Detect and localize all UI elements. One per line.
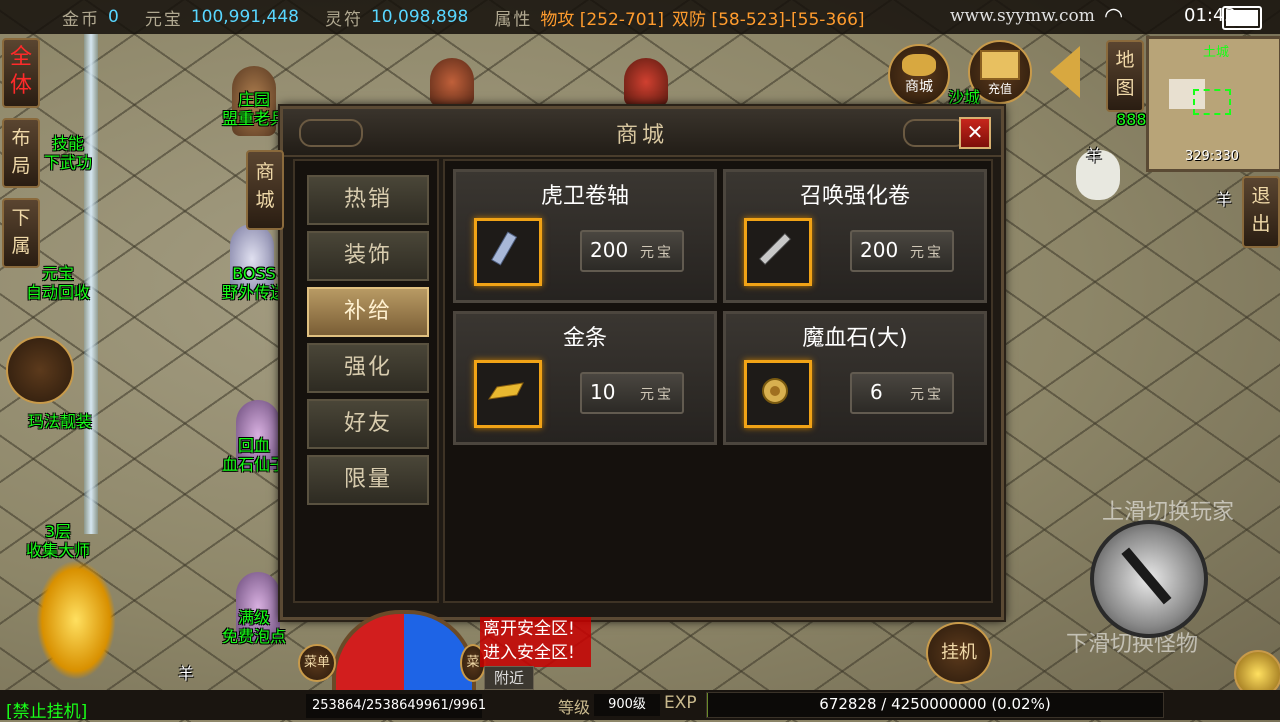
price-value: 200 [590,238,629,262]
buy-price-button[interactable]: 10 元宝 [580,372,684,414]
shop-icon [902,54,936,76]
skill-npc-label[interactable]: 技能 下武功 [38,134,98,172]
shop-header: 商城 ✕ [283,109,1001,157]
mafa-icon[interactable] [6,336,74,404]
buy-price-button[interactable]: 200 元宝 [850,230,954,272]
defense-stat: 双防 [58-523]-[55-366] [672,9,865,30]
sword-icon [1121,547,1172,605]
hangup-button[interactable]: 挂机 [926,622,992,684]
shop-window: 商城 ✕ 热销 装饰 补给 强化 好友 限量 虎卫卷轴 200 元宝 召唤强化卷 [280,106,1004,620]
shop-tab-list: 热销 装饰 补给 强化 好友 限量 [293,159,439,603]
price-currency: 元宝 [910,245,944,261]
tab-friends[interactable]: 好友 [307,399,429,449]
buy-price-button[interactable]: 6 元宝 [850,372,954,414]
blood-stone-icon [762,378,788,404]
tab-supply[interactable]: 补给 [307,287,429,337]
exit-button[interactable]: 退出 [1242,176,1280,248]
attack-stat: 物攻 [252-701] [540,9,665,30]
tab-enhance[interactable]: 强化 [307,343,429,393]
talisman-label: 灵符 [324,9,363,30]
sabak-label[interactable]: 沙城 [948,88,980,107]
price-value: 10 [590,380,616,404]
item-name: 金条 [562,326,607,351]
tab-limited[interactable]: 限量 [307,455,429,505]
collect-master-label[interactable]: 3层 收集大师 [18,522,98,560]
level-label: 等级 [558,698,591,717]
price-value: 200 [860,238,899,262]
swipe-up-hint: 上滑切换玩家 [1102,500,1235,525]
talisman-value: 10,098,898 [370,7,469,27]
npc-figure[interactable] [430,58,474,106]
item-slot[interactable] [474,360,542,428]
item-slot[interactable] [744,218,812,286]
layout-button[interactable]: 布局 [2,118,40,188]
sheep-label: 羊 [178,664,195,683]
close-button[interactable]: ✕ [959,117,991,149]
item-slot[interactable] [474,218,542,286]
sheep-label: 羊 [1086,146,1103,165]
price-value: 6 [870,380,883,404]
buy-price-button[interactable]: 200 元宝 [580,230,684,272]
tab-hot[interactable]: 热销 [307,175,429,225]
price-currency: 元宝 [910,387,944,403]
minimap[interactable]: 土城 329:330 [1146,36,1280,172]
nearby-chat-tab[interactable]: 附近 [484,666,534,690]
minimap-coordinates: 329:330 [1185,149,1240,164]
item-slot[interactable] [744,360,812,428]
all-chat-button[interactable]: 全体 [2,38,40,108]
shop-item-grid: 虎卫卷轴 200 元宝 召唤强化卷 200 元宝 金条 10 元宝 魔血石(大)… [443,159,993,603]
shop-side-tab[interactable]: 商城 [246,150,284,230]
summon-scroll-icon [758,232,792,266]
map-button[interactable]: 地图 [1106,40,1144,112]
minimap-area-name: 土城 [1203,45,1230,60]
shop-item-card[interactable]: 召唤强化卷 200 元宝 [723,169,987,303]
shop-item-card[interactable]: 金条 10 元宝 [453,311,717,445]
gold-label: 金币 [62,9,100,30]
watermark: www.syymw.com [950,6,1095,26]
price-currency: 元宝 [640,245,674,261]
hp-mp-readout: 253864/2538649961/9961 [306,694,486,718]
exp-label: EXP [664,693,697,713]
tab-decoration[interactable]: 装饰 [307,231,429,281]
gold-bar-icon [487,382,524,400]
yuanbao-label: 元宝 [144,9,183,30]
item-name: 虎卫卷轴 [540,184,629,209]
exp-bar: 672828 / 4250000000 (0.02%) [706,692,1164,718]
wifi-icon: ◠ [1104,4,1124,29]
shop-shortcut-button[interactable]: 商城 [888,44,950,106]
exp-text: 672828 / 4250000000 (0.02%) [819,695,1051,713]
scroll-icon [491,231,518,266]
level-value: 900级 [594,694,660,716]
golden-dragon-figure [36,560,116,680]
attack-button[interactable] [1090,520,1208,638]
menu-button[interactable]: 菜单 [298,644,336,682]
auto-recycle-label[interactable]: 元宝 自动回收 [18,264,98,302]
subordinate-button[interactable]: 下属 [2,198,40,268]
mafa-label[interactable]: 玛法靓装 [20,412,100,431]
battery-icon [1222,6,1262,30]
attr-label: 属性 [494,9,533,30]
gold-value: 0 [108,7,119,27]
safe-zone-notice: 离开安全区! 进入安全区! [480,617,591,667]
item-name: 召唤强化卷 [799,184,910,209]
shop-item-card[interactable]: 虎卫卷轴 200 元宝 [453,169,717,303]
sheep-label: 羊 [1216,190,1233,209]
yuanbao-value: 100,991,448 [190,7,299,27]
shop-title: 商城 [615,123,668,148]
minimap-player-marker [1193,89,1231,115]
player-number-label: 888 [1116,110,1147,129]
npc-figure[interactable] [624,58,668,106]
collapse-arrow-icon[interactable] [1050,46,1080,98]
item-name: 魔血石(大) [802,326,908,351]
stop-autoplay-toggle[interactable]: [禁止挂机] [6,697,87,722]
treasure-chest-icon [980,50,1020,80]
shop-item-card[interactable]: 魔血石(大) 6 元宝 [723,311,987,445]
price-currency: 元宝 [640,387,674,403]
